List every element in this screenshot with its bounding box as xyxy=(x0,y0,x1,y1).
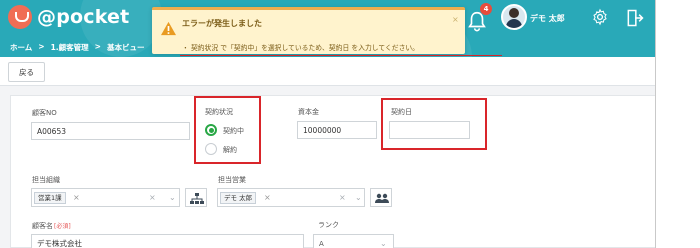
org-select[interactable]: 営業1課 × × ⌄ xyxy=(31,188,180,207)
radio-contracted-label: 契約中 xyxy=(223,127,244,135)
chevron-down-icon[interactable]: ⌄ xyxy=(169,193,176,202)
breadcrumb: ホーム > 1.顧客管理 > 基本ビュー xyxy=(10,42,144,53)
sales-rep-label: 担当営業 xyxy=(218,176,246,184)
remove-org-icon[interactable]: × xyxy=(73,193,80,202)
sales-rep-chip: デモ 太郎 × xyxy=(220,192,271,204)
customer-no-input[interactable] xyxy=(31,122,190,140)
gear-icon[interactable] xyxy=(591,8,609,26)
user-avatar[interactable] xyxy=(501,4,527,30)
customer-name-input[interactable] xyxy=(31,234,304,248)
rank-value: A xyxy=(319,240,324,248)
right-margin xyxy=(656,0,700,248)
chevron-down-icon[interactable]: ⌄ xyxy=(380,239,387,248)
rank-select[interactable]: A ⌄ xyxy=(313,234,394,248)
contract-status-label: 契約状況 xyxy=(205,108,233,116)
warning-icon xyxy=(161,21,176,36)
chevron-down-icon[interactable]: ⌄ xyxy=(355,193,362,202)
error-message: ・ 契約状況 で「契約中」を選択しているため、契約日 を入力してください。 xyxy=(182,44,419,52)
logo-text: @pocket xyxy=(37,6,130,28)
error-message-highlight xyxy=(180,55,502,56)
breadcrumb-customer-management[interactable]: 1.顧客管理 xyxy=(51,42,89,53)
rank-label: ランク xyxy=(318,221,339,229)
org-label: 担当組織 xyxy=(32,176,60,184)
back-button[interactable]: 戻る xyxy=(8,62,45,82)
radio-contracted[interactable] xyxy=(205,124,217,136)
required-badge: [必須] xyxy=(54,223,71,230)
error-toast: エラーが発生しました ・ 契約状況 で「契約中」を選択しているため、契約日 を入… xyxy=(152,7,502,56)
capital-label: 資本金 xyxy=(298,108,319,116)
sales-rep-select[interactable]: デモ 太郎 × × ⌄ xyxy=(217,188,365,207)
clear-icon[interactable]: × xyxy=(149,193,156,202)
breadcrumb-separator: > xyxy=(38,42,45,51)
clear-icon[interactable]: × xyxy=(339,193,346,202)
radio-cancelled[interactable] xyxy=(205,143,217,155)
app-window: @pocket ホーム > 1.顧客管理 > 基本ビュー 4 デモ 太郎 エラー… xyxy=(0,0,656,248)
breadcrumb-separator: > xyxy=(94,42,101,51)
sales-rep-users-button[interactable] xyxy=(370,188,392,207)
customer-no-label: 顧客NO xyxy=(32,109,57,117)
contract-date-input[interactable] xyxy=(389,121,470,139)
notification-count-badge[interactable]: 4 xyxy=(480,3,492,15)
breadcrumb-home[interactable]: ホーム xyxy=(10,42,32,53)
org-tree-button[interactable] xyxy=(185,188,207,207)
org-tree-icon xyxy=(190,193,204,204)
remove-sales-rep-icon[interactable]: × xyxy=(264,193,271,202)
org-chip: 営業1課 × xyxy=(34,192,80,204)
customer-name-label: 顧客名[必須] xyxy=(32,222,71,230)
close-icon[interactable]: × xyxy=(452,15,459,24)
app-logo[interactable]: @pocket xyxy=(8,5,129,29)
logout-icon[interactable] xyxy=(625,8,645,28)
toolbar: 戻る xyxy=(0,57,655,86)
breadcrumb-basic-view: 基本ビュー xyxy=(106,43,145,52)
radio-cancelled-label: 解約 xyxy=(223,146,237,154)
user-name[interactable]: デモ 太郎 xyxy=(530,13,565,24)
error-title: エラーが発生しました xyxy=(182,19,262,28)
pocket-logo-icon xyxy=(8,5,32,29)
capital-input[interactable] xyxy=(297,121,377,139)
users-icon xyxy=(375,193,389,203)
contract-date-label: 契約日 xyxy=(391,108,412,116)
header: @pocket ホーム > 1.顧客管理 > 基本ビュー 4 デモ 太郎 エラー… xyxy=(0,0,655,57)
